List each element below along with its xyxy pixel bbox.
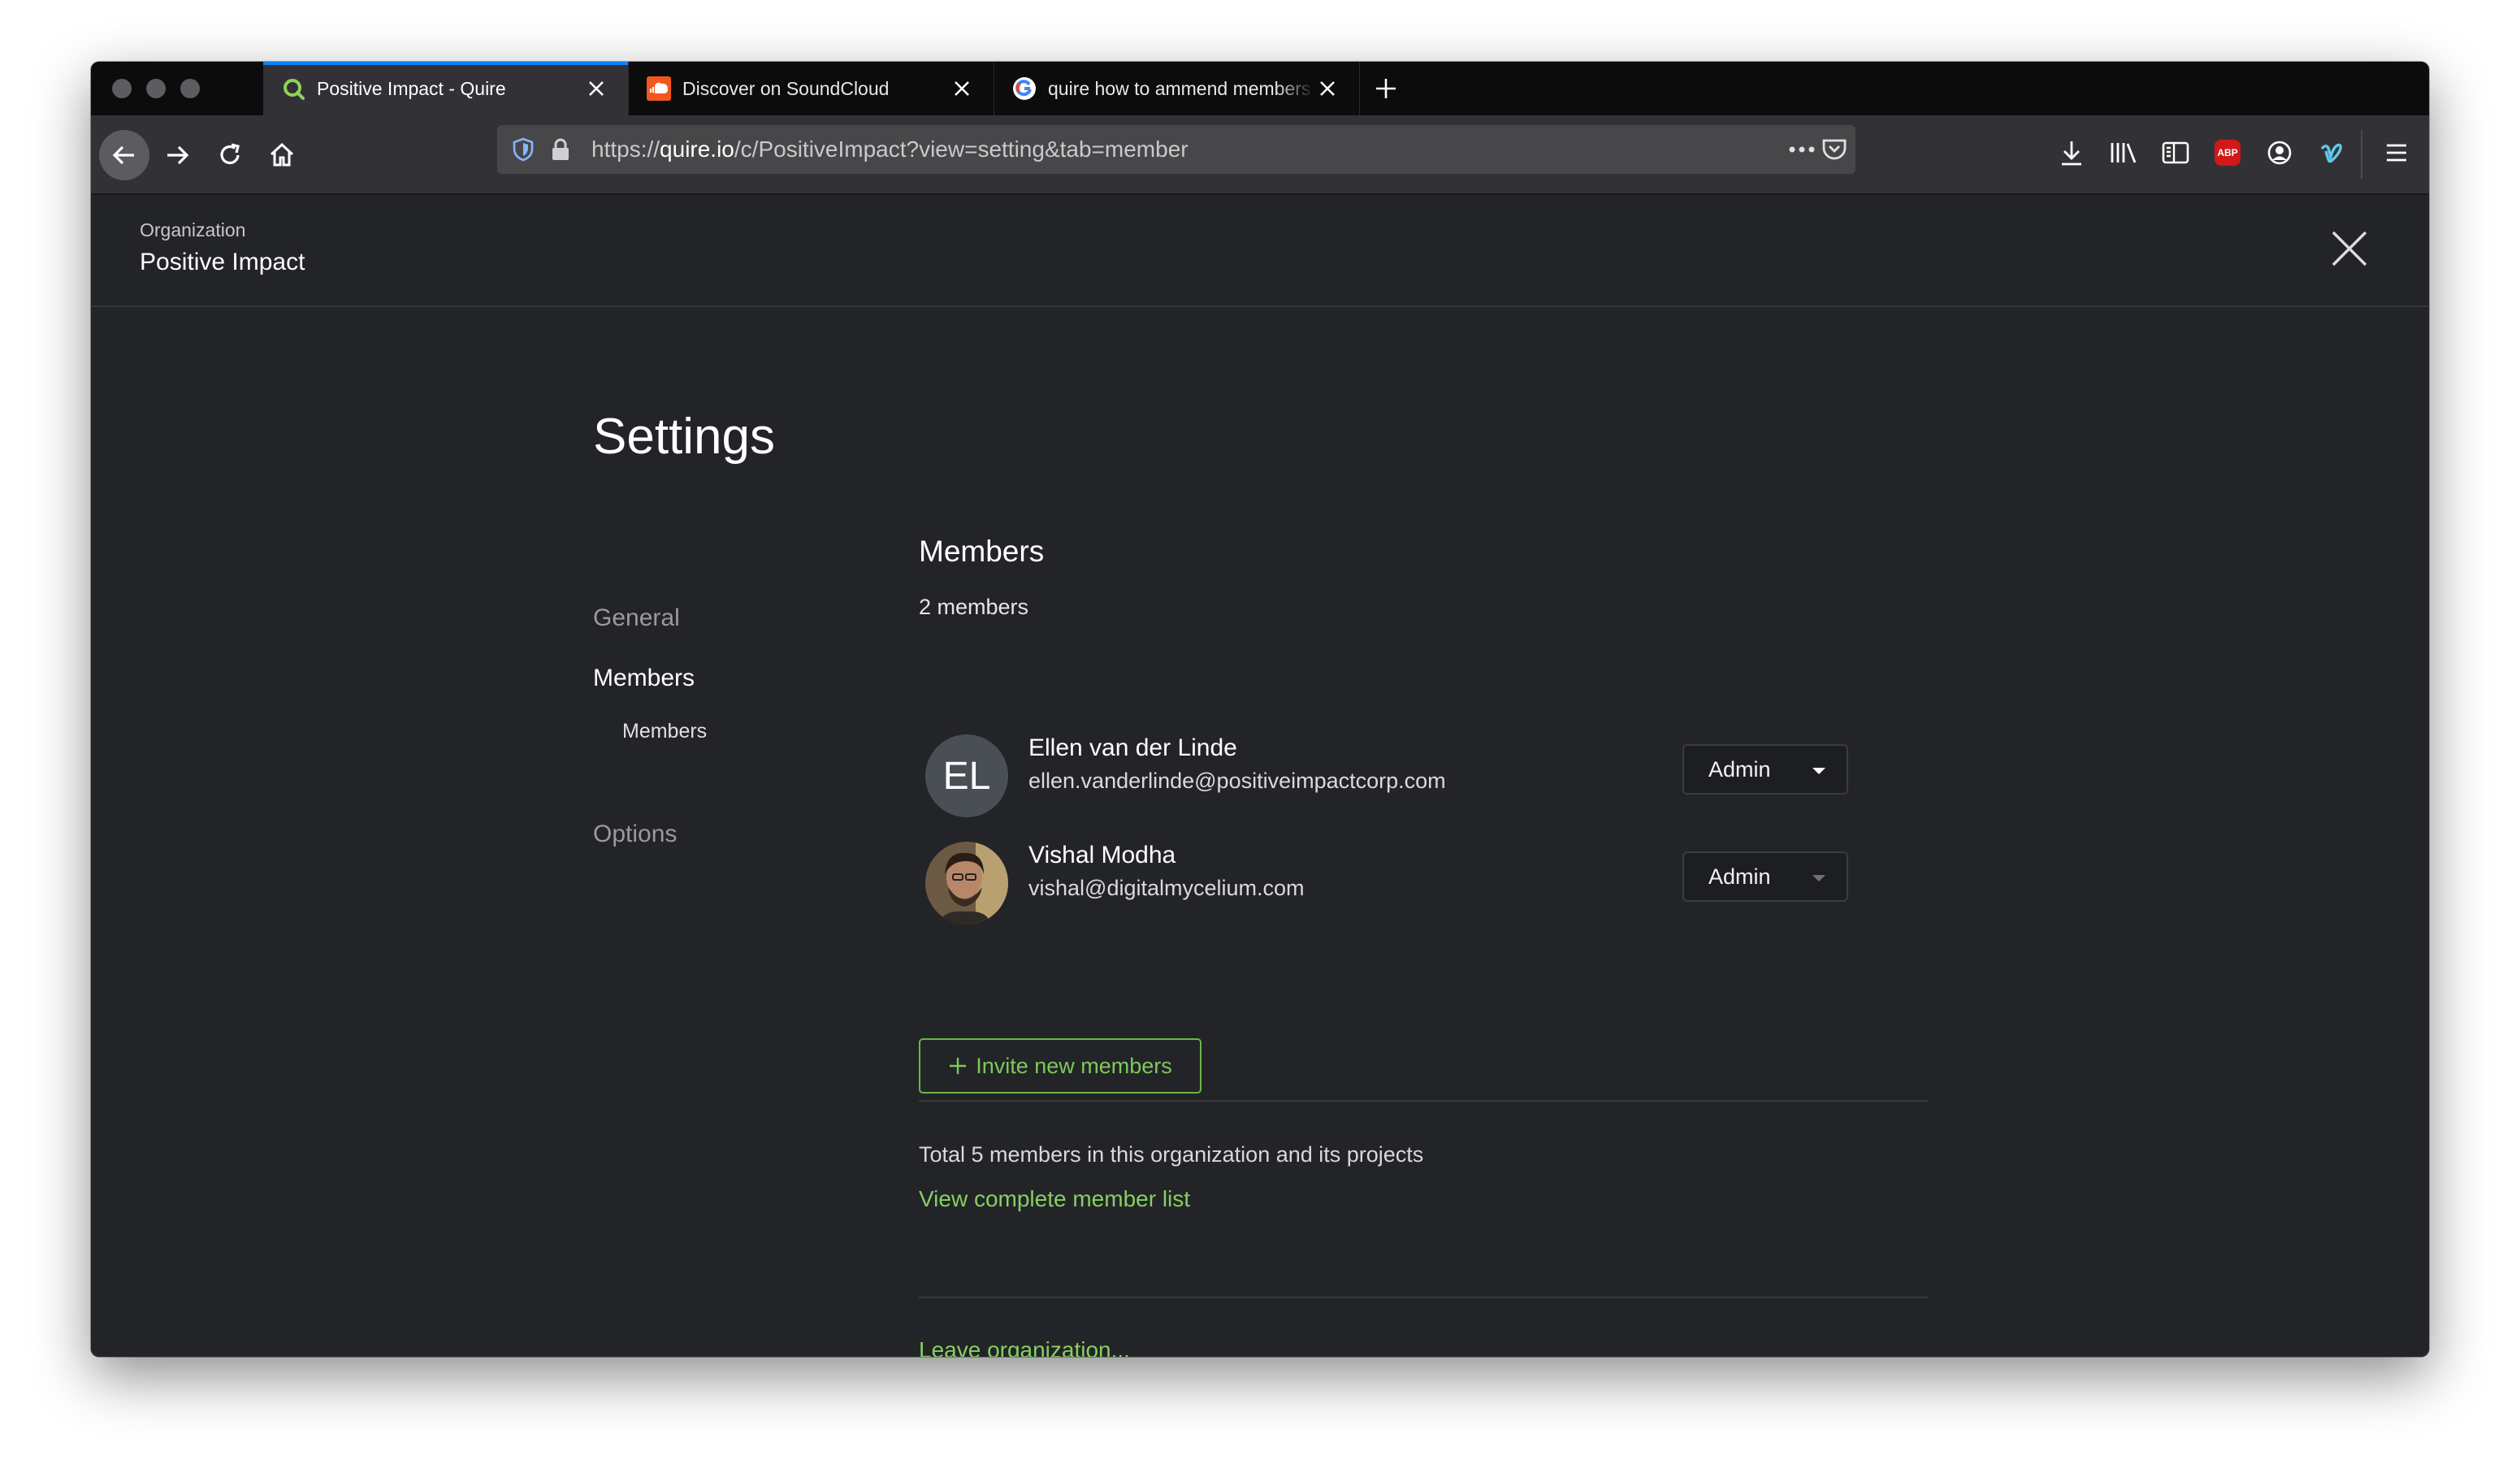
url-prefix: https:// xyxy=(591,136,660,162)
member-row: EL Ellen van der Linde ellen.vanderlinde… xyxy=(919,734,1848,824)
minimize-window-button[interactable] xyxy=(146,79,166,98)
plus-icon xyxy=(1376,79,1396,98)
close-icon xyxy=(2332,231,2367,266)
arrow-right-icon xyxy=(167,145,189,165)
avatar xyxy=(925,842,1008,925)
browser-window: Positive Impact - Quire Discover on Soun… xyxy=(91,62,2429,1357)
member-row: Vishal Modha vishal@digitalmycelium.com … xyxy=(919,842,1848,931)
caret-down-icon xyxy=(1812,768,1825,774)
member-email: vishal@digitalmycelium.com xyxy=(1028,876,1305,900)
tab-title: Positive Impact - Quire xyxy=(317,77,506,99)
quire-icon xyxy=(281,76,305,101)
close-tab-icon[interactable] xyxy=(950,76,974,101)
user-photo-icon xyxy=(925,842,1008,925)
toolbar-separator xyxy=(2361,130,2362,179)
avatar: EL xyxy=(925,734,1008,817)
reload-icon xyxy=(220,143,240,165)
tab-positive-impact[interactable]: Positive Impact - Quire xyxy=(263,62,629,115)
total-members-text: Total 5 members in this organization and… xyxy=(919,1142,1424,1167)
invite-new-members-button[interactable]: Invite new members xyxy=(919,1038,1202,1094)
members-section-title: Members xyxy=(919,535,1045,568)
page-actions-icon[interactable] xyxy=(1787,135,1816,164)
google-icon xyxy=(1012,76,1037,101)
pocket-icon[interactable] xyxy=(1820,135,1849,164)
divider xyxy=(919,1100,1928,1102)
shield-icon[interactable] xyxy=(509,135,538,164)
close-window-button[interactable] xyxy=(112,79,132,98)
reload-button[interactable] xyxy=(205,130,255,180)
library-icon[interactable] xyxy=(2107,136,2140,169)
close-tab-icon[interactable] xyxy=(584,76,608,101)
role-dropdown[interactable]: Admin xyxy=(1682,851,1848,902)
plus-icon xyxy=(950,1058,967,1074)
url-path: /c/PositiveImpact?view=setting&tab=membe… xyxy=(734,136,1189,162)
sidebar-item-options[interactable]: Options xyxy=(593,821,677,848)
member-name: Vishal Modha xyxy=(1028,842,1176,868)
page-content: Organization Positive Impact Settings Ge… xyxy=(91,195,2429,1357)
page-title: Settings xyxy=(593,409,776,465)
caret-down-icon xyxy=(1812,875,1825,881)
home-icon xyxy=(270,142,294,167)
tab-soundcloud[interactable]: Discover on SoundCloud xyxy=(629,62,994,115)
adblock-plus-icon[interactable]: ABP xyxy=(2211,136,2244,169)
organization-label: Organization xyxy=(140,219,246,240)
navigation-toolbar: https://quire.io/c/PositiveImpact?view=s… xyxy=(91,115,2429,195)
leave-organization-link[interactable]: Leave organization... xyxy=(919,1337,1130,1357)
hamburger-menu-icon[interactable] xyxy=(2380,136,2413,169)
vimeo-icon[interactable] xyxy=(2315,136,2348,169)
tab-strip: Positive Impact - Quire Discover on Soun… xyxy=(91,62,2429,115)
tab-title: Discover on SoundCloud xyxy=(682,77,890,99)
lock-icon[interactable] xyxy=(546,135,575,164)
member-email: ellen.vanderlinde@positiveimpactcorp.com xyxy=(1028,769,1446,793)
sidebar-item-general[interactable]: General xyxy=(593,604,680,632)
close-tab-icon[interactable] xyxy=(1315,76,1340,101)
arrow-left-icon xyxy=(112,145,134,165)
close-settings-button[interactable] xyxy=(2325,224,2374,273)
url-domain: quire.io xyxy=(660,136,734,162)
divider xyxy=(919,1297,1928,1298)
invite-label: Invite new members xyxy=(976,1053,1172,1078)
new-tab-button[interactable] xyxy=(1360,62,1412,115)
tab-google-search[interactable]: quire how to ammend members xyxy=(994,62,1360,115)
url-text[interactable]: https://quire.io/c/PositiveImpact?view=s… xyxy=(591,136,1189,162)
home-button[interactable] xyxy=(257,130,307,180)
back-button[interactable] xyxy=(99,130,149,180)
soundcloud-icon xyxy=(647,76,671,101)
download-icon[interactable] xyxy=(2055,136,2088,169)
role-value: Admin xyxy=(1708,756,1771,782)
address-bar[interactable]: https://quire.io/c/PositiveImpact?view=s… xyxy=(497,125,1855,174)
role-dropdown[interactable]: Admin xyxy=(1682,744,1848,795)
window-controls xyxy=(91,62,263,115)
sidebar-item-members[interactable]: Members xyxy=(593,665,695,692)
maximize-window-button[interactable] xyxy=(180,79,200,98)
member-name: Ellen van der Linde xyxy=(1028,734,1237,761)
forward-button[interactable] xyxy=(153,130,203,180)
sidebar-subitem-members[interactable]: Members xyxy=(622,720,707,743)
view-complete-member-list-link[interactable]: View complete member list xyxy=(919,1186,1190,1212)
organization-name: Positive Impact xyxy=(140,249,305,275)
tab-title: quire how to ammend members xyxy=(1048,77,1311,99)
member-count: 2 members xyxy=(919,595,1029,619)
organization-header: Organization Positive Impact xyxy=(91,195,2429,307)
role-value: Admin xyxy=(1708,864,1771,889)
account-icon[interactable] xyxy=(2263,136,2296,169)
sidebar-icon[interactable] xyxy=(2159,136,2192,169)
